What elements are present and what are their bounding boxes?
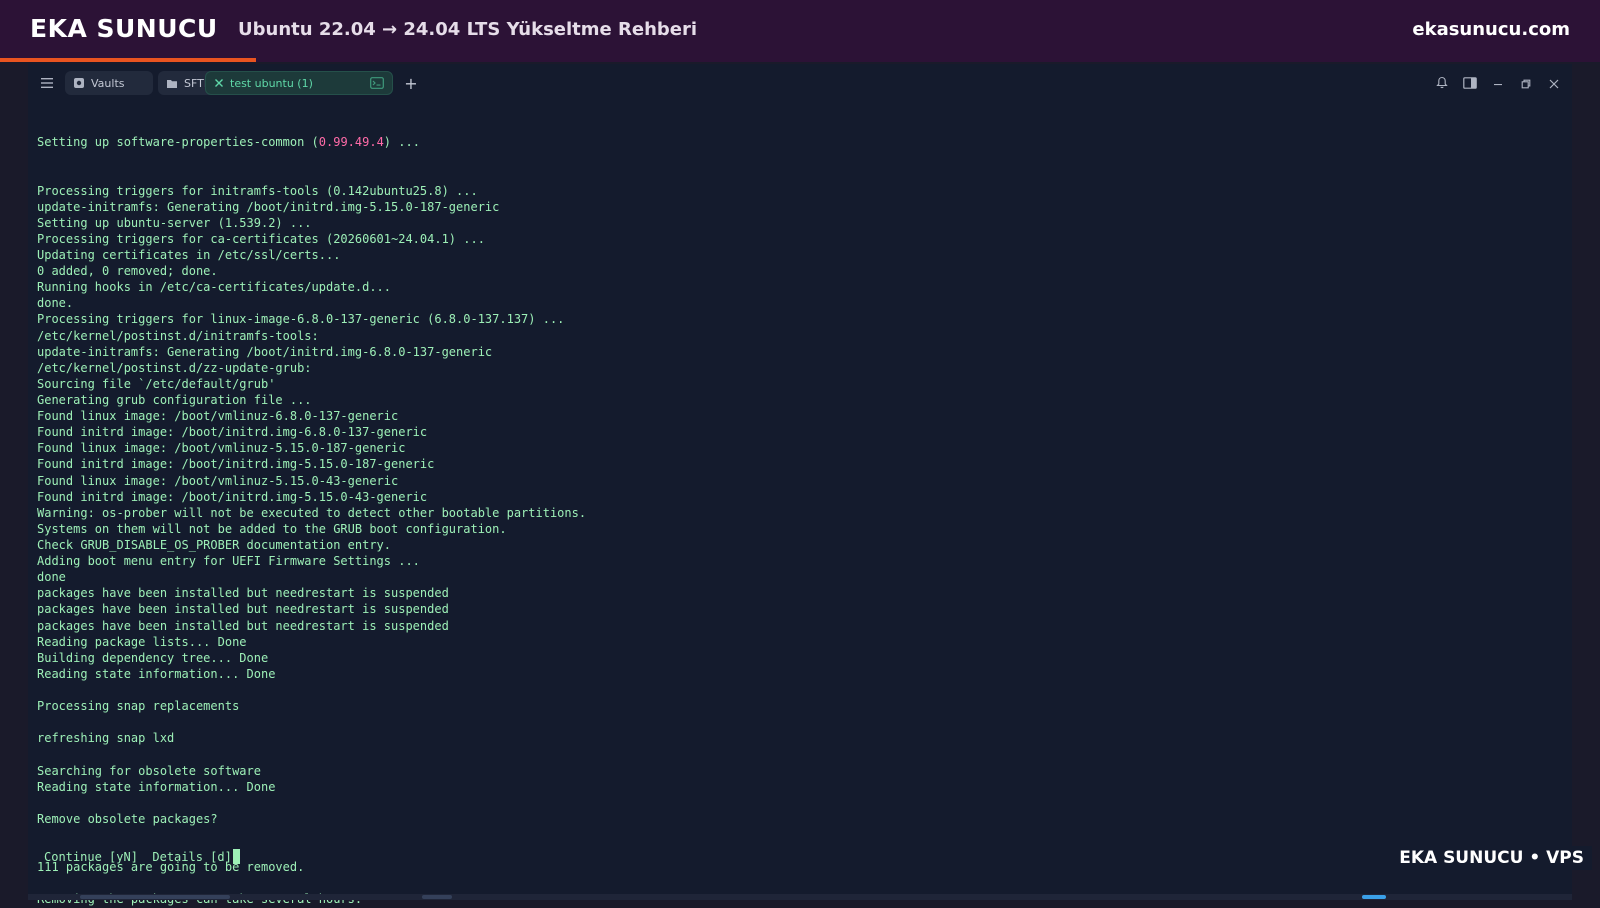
terminal-line: Found linux image: /boot/vmlinuz-5.15.0-… bbox=[37, 473, 399, 488]
menu-button[interactable] bbox=[36, 71, 58, 95]
terminal-line: Building dependency tree... Done bbox=[37, 650, 269, 665]
terminal-line: packages have been installed but needres… bbox=[37, 618, 449, 633]
terminal-line: update-initramfs: Generating /boot/initr… bbox=[37, 344, 493, 359]
terminal-text: ) ... bbox=[383, 135, 420, 150]
terminal-line: refreshing snap lxd bbox=[37, 731, 175, 746]
terminal-line: Found linux image: /boot/vmlinuz-6.8.0-1… bbox=[37, 409, 399, 424]
status-strip bbox=[28, 894, 1572, 900]
terminal-line: Running hooks in /etc/ca-certificates/up… bbox=[37, 280, 392, 295]
terminal-line: 111 packages are going to be removed. bbox=[37, 860, 305, 875]
terminal-line: Updating certificates in /etc/ssl/certs.… bbox=[37, 248, 341, 263]
tab-test-ubuntu[interactable]: test ubuntu (1) bbox=[205, 71, 393, 95]
terminal-line: Sourcing file `/etc/default/grub' bbox=[37, 376, 276, 391]
terminal-line: Processing triggers for ca-certificates … bbox=[37, 231, 485, 246]
title-bar: Vaults SFTP test ubuntu (1) + bbox=[28, 64, 1572, 102]
vaults-label: Vaults bbox=[91, 76, 125, 90]
terminal-line: Processing triggers for initramfs-tools … bbox=[37, 183, 478, 198]
terminal-line: Setting up software-properties-common (0… bbox=[37, 134, 1537, 150]
terminal-line: Reading state information... Done bbox=[37, 779, 276, 794]
version-number: 0.99.49.4 bbox=[318, 135, 384, 150]
prompt-text: Continue [yN] Details [d] bbox=[44, 850, 232, 864]
brand-watermark: EKA SUNUCU • VPS bbox=[1391, 846, 1592, 870]
brand-banner: EKA SUNUCU Ubuntu 22.04 → 24.04 LTS Yüks… bbox=[0, 0, 1600, 62]
terminal-line: update-initramfs: Generating /boot/initr… bbox=[37, 199, 500, 214]
split-panel-icon bbox=[1463, 74, 1477, 93]
terminal-line: done bbox=[37, 570, 66, 585]
terminal-line: 0 added, 0 removed; done. bbox=[37, 264, 218, 279]
terminal-text: Setting up software-properties-common ( bbox=[37, 135, 319, 150]
continue-prompt[interactable]: Continue [yN] Details [d] bbox=[44, 849, 240, 864]
terminal-line: Warning: os-prober will not be executed … bbox=[37, 505, 587, 520]
minimize-button[interactable] bbox=[1488, 73, 1508, 93]
terminal-line: Adding boot menu entry for UEFI Firmware… bbox=[37, 554, 420, 569]
terminal-line: Found initrd image: /boot/initrd.img-5.1… bbox=[37, 489, 428, 504]
tab-label: test ubuntu (1) bbox=[230, 76, 313, 90]
terminal-session-icon bbox=[370, 77, 384, 89]
text-cursor bbox=[232, 849, 240, 864]
banner-site-url: ekasunucu.com bbox=[1412, 19, 1570, 40]
restore-icon bbox=[1521, 74, 1531, 93]
terminal-line: Found initrd image: /boot/initrd.img-6.8… bbox=[37, 425, 428, 440]
terminal-line: /etc/kernel/postinst.d/initramfs-tools: bbox=[37, 328, 319, 343]
terminal-line: Processing triggers for linux-image-6.8.… bbox=[37, 312, 565, 327]
terminal-output[interactable]: Setting up software-properties-common (0… bbox=[37, 102, 1537, 906]
toggle-panel-button[interactable] bbox=[1460, 73, 1480, 93]
terminal-line: Generating grub configuration file ... bbox=[37, 393, 312, 408]
close-icon bbox=[1549, 74, 1559, 93]
new-tab-button[interactable]: + bbox=[400, 71, 422, 95]
folder-icon bbox=[166, 78, 178, 89]
plus-icon: + bbox=[404, 73, 418, 93]
banner-progress-bar bbox=[0, 58, 256, 62]
vaults-button[interactable]: Vaults bbox=[65, 71, 153, 95]
terminal-line: Systems on them will not be added to the… bbox=[37, 521, 507, 536]
restore-button[interactable] bbox=[1516, 73, 1536, 93]
terminal-line: Reading state information... Done bbox=[37, 666, 276, 681]
terminal-line: Found linux image: /boot/vmlinuz-5.15.0-… bbox=[37, 441, 406, 456]
terminal-line: Setting up ubuntu-server (1.539.2) ... bbox=[37, 215, 312, 230]
terminal-line: Reading package lists... Done bbox=[37, 634, 247, 649]
banner-title: Ubuntu 22.04 → 24.04 LTS Yükseltme Rehbe… bbox=[238, 19, 698, 40]
terminal-line: /etc/kernel/postinst.d/zz-update-grub: bbox=[37, 360, 312, 375]
minimize-icon bbox=[1493, 74, 1503, 93]
terminal-line: done. bbox=[37, 296, 74, 311]
terminal-app-window: Vaults SFTP test ubuntu (1) + Setting up… bbox=[28, 64, 1572, 906]
brand-logo-text: EKA SUNUCU bbox=[30, 14, 218, 43]
terminal-line: Check GRUB_DISABLE_OS_PROBER documentati… bbox=[37, 538, 392, 553]
tab-close-icon[interactable] bbox=[214, 78, 224, 88]
terminal-line: Searching for obsolete software bbox=[37, 763, 261, 778]
terminal-line: packages have been installed but needres… bbox=[37, 586, 449, 601]
close-window-button[interactable] bbox=[1544, 73, 1564, 93]
hamburger-menu-icon bbox=[40, 77, 54, 89]
terminal-line: Remove obsolete packages? bbox=[37, 811, 218, 826]
terminal-line: packages have been installed but needres… bbox=[37, 602, 449, 617]
terminal-scrollbar[interactable] bbox=[1562, 104, 1568, 879]
terminal-line: Found initrd image: /boot/initrd.img-5.1… bbox=[37, 457, 435, 472]
bell-icon bbox=[1436, 74, 1448, 93]
vault-icon bbox=[73, 77, 85, 89]
notifications-button[interactable] bbox=[1432, 73, 1452, 93]
terminal-line: Processing snap replacements bbox=[37, 699, 240, 714]
